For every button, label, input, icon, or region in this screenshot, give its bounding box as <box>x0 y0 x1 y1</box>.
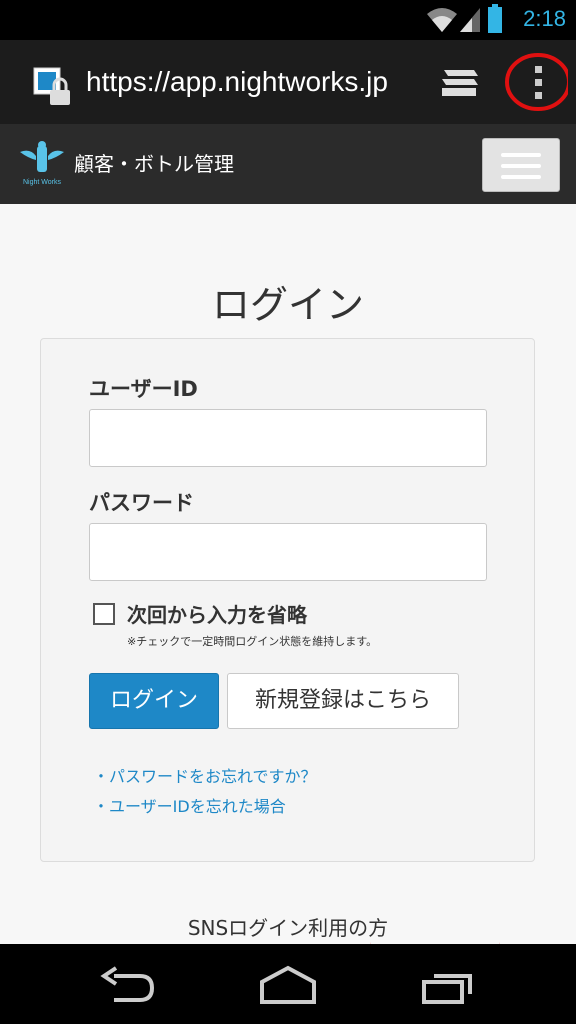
recent-apps-icon[interactable] <box>418 962 482 1008</box>
forgot-user-id-link[interactable]: ・ユーザーIDを忘れた場合 <box>93 793 286 817</box>
back-icon[interactable] <box>96 962 160 1008</box>
status-bar: 2:18 <box>0 0 576 40</box>
lock-icon <box>33 67 70 105</box>
app-header: Night Works 顧客・ボトル管理 <box>0 124 576 205</box>
page-content: ログイン ユーザーID パスワード 次回から入力を省略 ※チェックで一定時間ログ… <box>0 204 576 944</box>
tabs-icon[interactable] <box>440 68 480 98</box>
home-icon[interactable] <box>256 962 320 1008</box>
hamburger-menu-button[interactable] <box>482 138 560 192</box>
svg-text:Night Works: Night Works <box>23 179 61 186</box>
login-button[interactable]: ログイン <box>89 673 219 729</box>
night-works-logo[interactable]: Night Works <box>16 138 68 190</box>
wifi-icon <box>427 8 457 32</box>
page-title: ログイン <box>211 283 364 327</box>
signal-icon <box>460 8 480 32</box>
status-time: 2:18 <box>523 6 566 31</box>
app-title[interactable]: 顧客・ボトル管理 <box>74 148 234 177</box>
password-label: パスワード <box>89 491 194 515</box>
forgot-password-link[interactable]: ・パスワードをお忘れですか？ <box>93 763 317 787</box>
user-id-input[interactable] <box>89 409 487 467</box>
password-input[interactable] <box>89 523 487 581</box>
register-button[interactable]: 新規登録はこちら <box>227 673 459 729</box>
login-panel: ユーザーID パスワード 次回から入力を省略 ※チェックで一定時間ログイン状態を… <box>40 338 535 862</box>
overflow-menu-icon[interactable] <box>504 52 568 112</box>
hamburger-icon <box>501 153 541 157</box>
sns-login-heading: SNSログイン利用の方 <box>187 916 389 940</box>
url-field[interactable]: https://app.nightworks.jp <box>86 66 416 98</box>
navigation-bar <box>0 944 576 1024</box>
battery-icon <box>488 4 502 33</box>
remember-note: ※チェックで一定時間ログイン状態を維持します。 <box>127 635 378 648</box>
remember-checkbox[interactable] <box>93 603 115 625</box>
remember-label[interactable]: 次回から入力を省略 <box>127 599 307 628</box>
user-id-label: ユーザーID <box>89 377 198 401</box>
browser-toolbar: https://app.nightworks.jp <box>0 40 576 124</box>
